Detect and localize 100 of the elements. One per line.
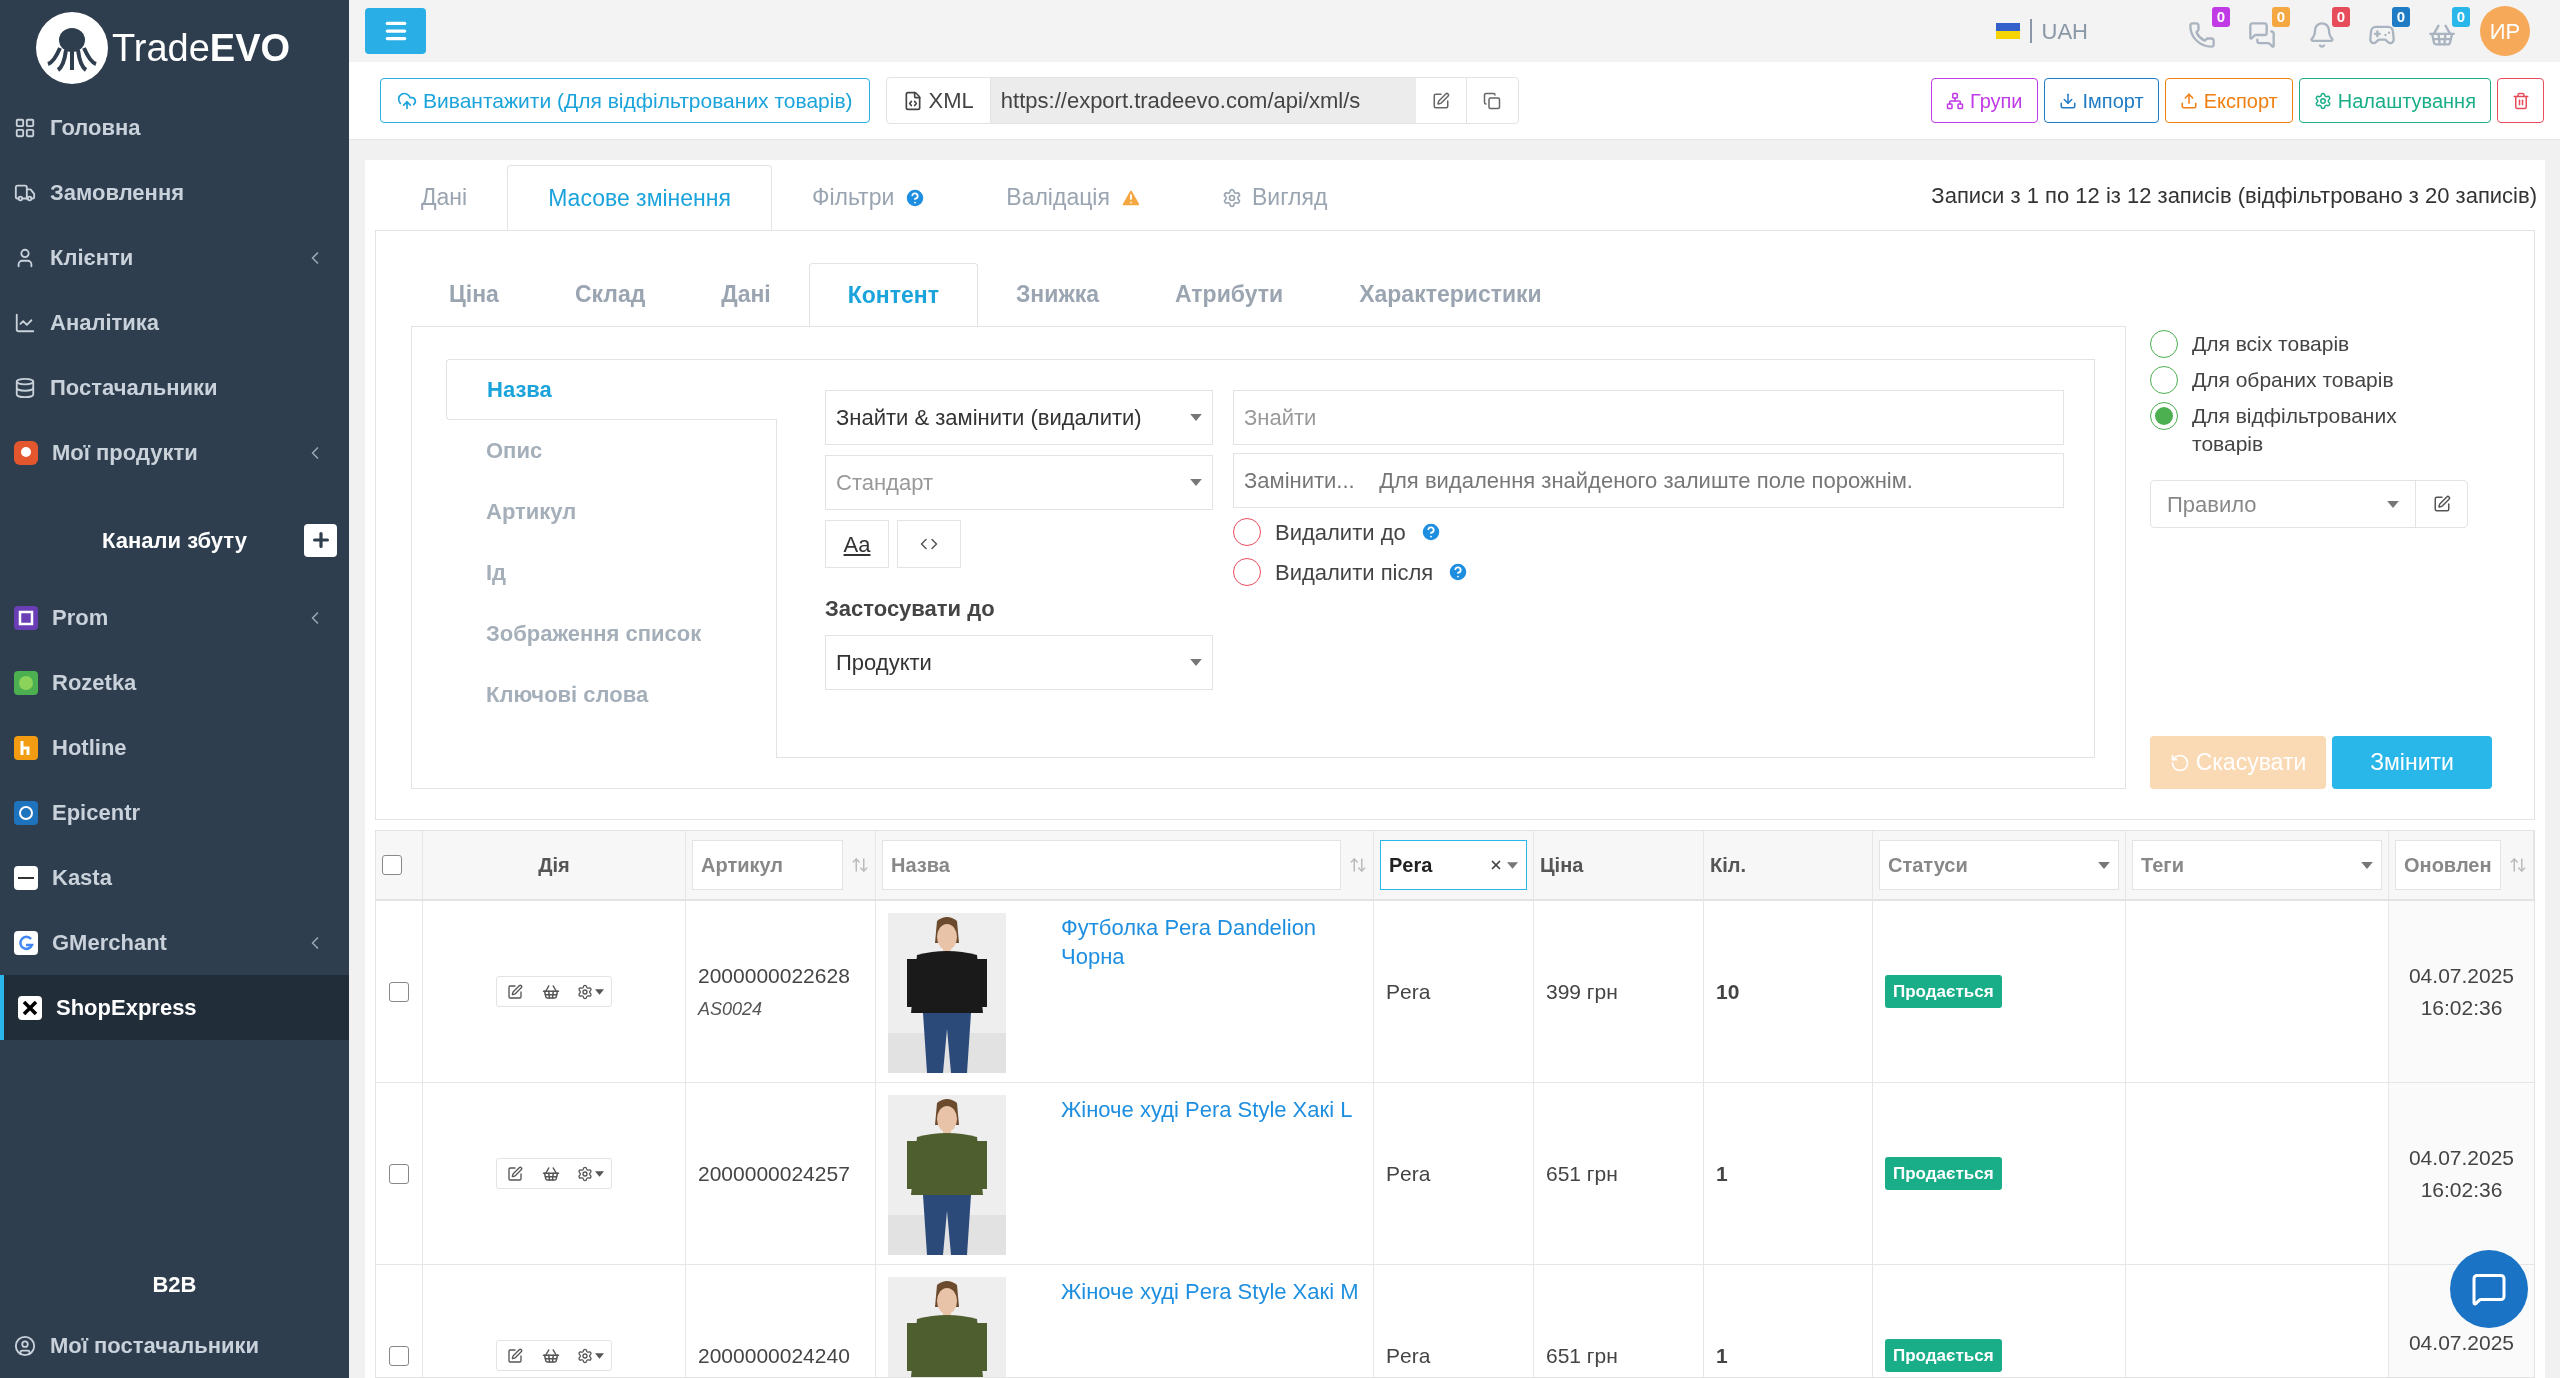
settings-icon	[2313, 91, 2332, 110]
sidebar-item[interactable]: Kasta	[0, 845, 349, 910]
caret-icon	[2098, 861, 2110, 869]
caret-icon	[1190, 414, 1202, 421]
sidebar-item[interactable]: GMerchant	[0, 910, 349, 975]
tab[interactable]: Дані	[381, 165, 508, 230]
tab[interactable]: Вигляд	[1181, 165, 1368, 230]
clear-icon[interactable]	[1489, 858, 1503, 872]
menu-button[interactable]	[365, 8, 426, 54]
tab[interactable]: Фільтри	[771, 165, 967, 230]
date-text: 04.07.2025	[2408, 1330, 2515, 1357]
sku-text: 2000000024240	[698, 1342, 851, 1369]
edit-icon	[507, 1165, 523, 1182]
field-tab[interactable]: Ключові слова	[446, 664, 776, 725]
apply-to-select[interactable]: Продукти	[825, 635, 1213, 690]
product-link[interactable]: Жіноче худі Pera Style Хакі M	[1061, 1277, 1361, 1306]
settings-icon	[576, 1165, 593, 1182]
count-badge: 0	[2331, 7, 2350, 27]
tab[interactable]: Атрибути	[1137, 263, 1322, 326]
mode-select[interactable]: Стандарт	[825, 455, 1213, 510]
tab[interactable]: Знижка	[977, 263, 1137, 326]
phone-icon[interactable]	[2188, 21, 2216, 49]
status-badge: Продається	[1885, 1156, 2002, 1191]
option-label: Видалити до	[1275, 518, 1406, 547]
sort-icon[interactable]	[851, 856, 869, 874]
toolbar-button[interactable]: Групи	[1930, 78, 2038, 123]
upload-icon	[2179, 91, 2198, 110]
column-filter-field[interactable]: Артикул	[692, 840, 843, 890]
sidebar-item[interactable]: ShopExpress	[0, 975, 349, 1040]
caret-icon	[594, 1170, 604, 1177]
operation-select[interactable]: Знайти & замінити (видалити)	[825, 390, 1213, 445]
sidebar-item[interactable]: Аналітика	[0, 290, 349, 355]
apply-button[interactable]: Змінити	[2332, 736, 2492, 789]
user-avatar[interactable]: ИР	[2480, 6, 2530, 56]
help-icon	[904, 186, 927, 209]
basket-icon	[542, 1164, 560, 1183]
cloud-upload-icon	[397, 90, 417, 111]
row-checkbox[interactable]	[389, 1163, 409, 1184]
find-field[interactable]: Знайти	[1233, 390, 2064, 445]
tab[interactable]: Склад	[536, 263, 684, 326]
brand-text: Pera	[1386, 978, 1431, 1005]
column-header: Дія	[538, 853, 570, 878]
sort-icon[interactable]	[1349, 856, 1367, 874]
currency-label: UAH	[2041, 17, 2088, 46]
sidebar-item[interactable]: Epicentr	[0, 780, 349, 845]
sku-text: 2000000024257	[698, 1160, 851, 1187]
sidebar-item[interactable]: Мої продукти	[0, 420, 349, 485]
product-link[interactable]: Жіноче худі Pera Style Хакі L	[1061, 1095, 1361, 1124]
tab[interactable]: Ціна	[411, 263, 537, 326]
tab[interactable]: Контент	[808, 263, 978, 326]
sort-icon[interactable]	[2509, 856, 2527, 874]
chat-icon[interactable]	[2248, 21, 2276, 49]
tab[interactable]: Масове змінення	[507, 165, 772, 230]
price-text: 399 грн	[1546, 978, 1618, 1005]
tab[interactable]: Валідація	[966, 165, 1182, 230]
edit-icon	[507, 983, 523, 1000]
field-tab[interactable]: Назва	[446, 359, 777, 420]
row-checkbox[interactable]	[389, 981, 409, 1002]
delete-button[interactable]	[2497, 78, 2544, 123]
sidebar-item[interactable]: Головна	[0, 95, 349, 160]
upload-button[interactable]: Вивантажити (Для відфільтрованих товарів)	[380, 78, 870, 123]
product-link[interactable]: Футболка Pera Dandelion Чорна	[1061, 913, 1361, 971]
row-checkbox[interactable]	[389, 1345, 409, 1366]
sidebar-item[interactable]: Prom	[0, 585, 349, 650]
sidebar-item[interactable]: Rozetka	[0, 650, 349, 715]
caret-icon	[1190, 659, 1202, 666]
field-tab[interactable]: Артикул	[446, 481, 776, 542]
caret-icon	[594, 1352, 604, 1359]
sidebar-item[interactable]: Постачальники	[0, 355, 349, 420]
option-label: Для всіх товарів	[2192, 331, 2351, 357]
sidebar-item[interactable]: Клієнти	[0, 225, 349, 290]
sku-text: 2000000022628	[698, 963, 851, 990]
column-filter-select[interactable]: Теги	[2132, 840, 2382, 890]
column-filter-field[interactable]: Назва	[882, 840, 1341, 890]
sidebar-item[interactable]: Мої постачальники	[0, 1313, 349, 1378]
column-filter-field[interactable]: Оновлен	[2395, 840, 2501, 890]
option-label: Видалити після	[1275, 558, 1434, 587]
toolbar-button[interactable]: Експорт	[2164, 78, 2293, 123]
sidebar-item[interactable]: Hotline	[0, 715, 349, 780]
column-header: Кіл.	[1710, 853, 1747, 878]
column-filter-select[interactable]: Статуси	[1879, 840, 2119, 890]
tab[interactable]: Дані	[683, 263, 809, 326]
field-tab[interactable]: Зображення список	[446, 603, 776, 664]
brand-filter-select[interactable]: Pera	[1380, 840, 1527, 890]
help-icon	[1419, 521, 1442, 543]
settings-icon	[576, 1347, 593, 1364]
section-title: Канали збуту	[102, 526, 247, 555]
select-all-checkbox[interactable]	[382, 855, 402, 875]
replace-field[interactable]: Замінити... Для видалення знайденого залиште поле порожнім.	[1233, 453, 2064, 508]
sidebar-item[interactable]: Замовлення	[0, 160, 349, 225]
match-case-button[interactable]: Aa	[825, 520, 889, 568]
caret-icon	[2361, 861, 2373, 869]
field-tab[interactable]: Ід	[446, 542, 776, 603]
tab[interactable]: Характеристики	[1321, 263, 1580, 326]
database-icon	[14, 376, 36, 399]
bell-icon[interactable]	[2308, 21, 2336, 49]
toolbar-button[interactable]: Імпорт	[2043, 78, 2159, 123]
field-tab[interactable]: Опис	[446, 420, 776, 481]
add-channel-button[interactable]	[304, 523, 337, 557]
toolbar-button[interactable]: Налаштування	[2298, 78, 2491, 123]
